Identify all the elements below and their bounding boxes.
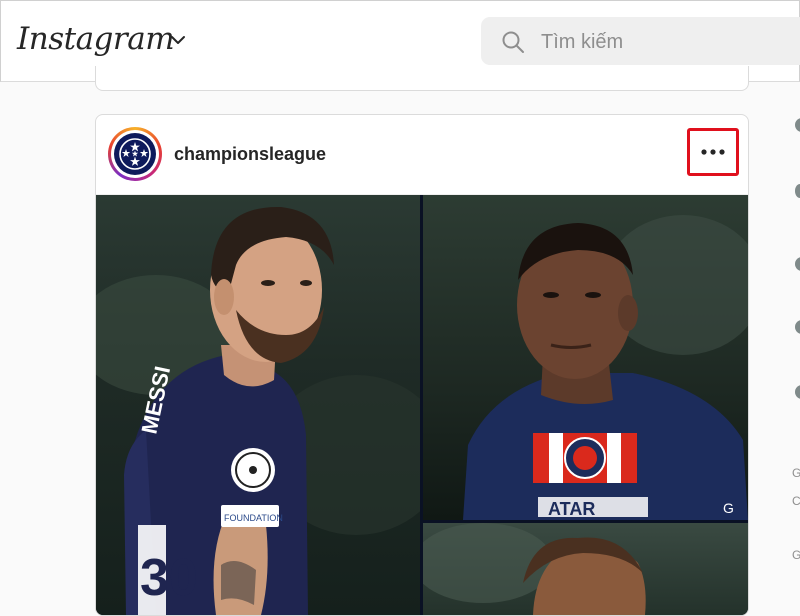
post-username[interactable]: championsleague <box>174 144 326 165</box>
avatar <box>114 133 156 175</box>
photo-mbappe: ATAR G <box>423 195 748 520</box>
champions-league-starball-icon <box>119 138 151 170</box>
jersey-number-text: 30 <box>140 549 198 607</box>
player-image: MESSI30FOUNDATION <box>96 206 420 615</box>
foundation-badge-text: FOUNDATION <box>224 513 283 523</box>
instagram-logo[interactable]: Instagram <box>17 21 175 57</box>
avatar[interactable] <box>795 385 800 399</box>
sidebar-text: C <box>792 494 800 508</box>
search-icon <box>502 31 524 53</box>
sidebar-text: G <box>792 466 800 480</box>
player-image <box>423 523 646 615</box>
chevron-down-icon[interactable] <box>169 31 187 49</box>
sponsor-text: ATAR <box>548 499 595 519</box>
avatar[interactable] <box>795 320 800 334</box>
search-input[interactable] <box>539 27 793 57</box>
player-image: ATAR G <box>463 215 748 520</box>
more-options-button[interactable] <box>687 128 739 176</box>
sidebar-text: G <box>792 548 800 562</box>
more-horizontal-icon <box>701 149 725 155</box>
photo-messi: MESSI 30 FOUNDATION <box>96 195 420 615</box>
post-header: championsleague <box>96 115 748 195</box>
story-ring[interactable] <box>108 127 162 181</box>
search-box[interactable] <box>481 17 800 65</box>
avatar[interactable] <box>795 257 800 271</box>
previous-post-card <box>95 66 749 91</box>
post-media[interactable]: MESSI 30 FOUNDATION ATAR G <box>96 195 748 615</box>
avatar[interactable] <box>795 184 800 198</box>
feed-post: championsleague MESSI 30 FOUNDATION ATAR… <box>95 114 749 616</box>
photo-neymar <box>423 523 748 615</box>
avatar[interactable] <box>795 118 800 132</box>
right-sidebar-edge <box>790 80 800 600</box>
sponsor-partial-text: G <box>723 500 734 516</box>
